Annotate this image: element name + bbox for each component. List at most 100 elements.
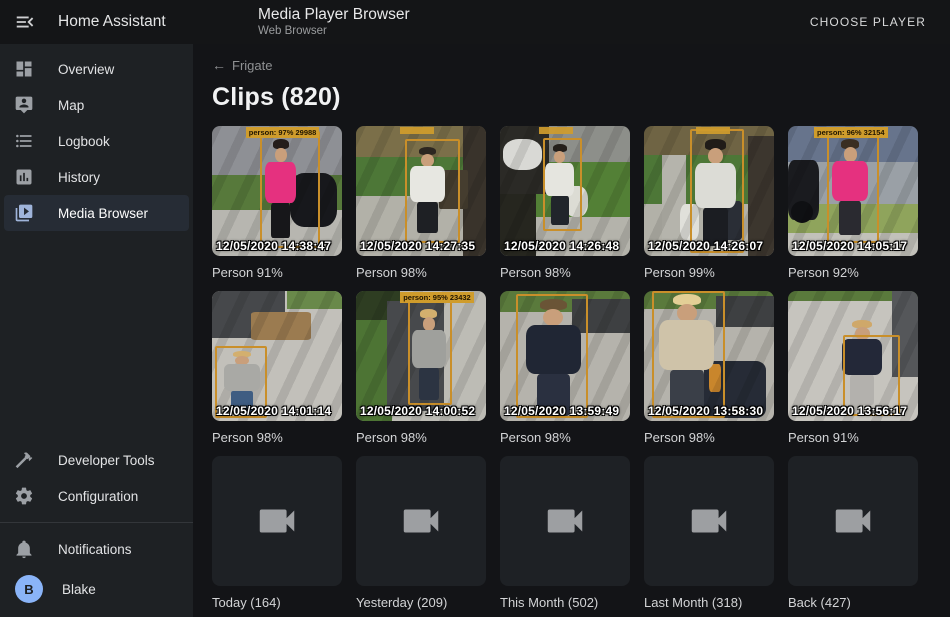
clip-thumbnail[interactable]: person: 96% 32154 12/05/2020 14:05:17	[788, 126, 918, 256]
folder-thumbnail[interactable]	[500, 456, 630, 586]
app-header-right: CHOOSE PLAYER	[802, 7, 950, 37]
clip-thumbnail[interactable]: 12/05/2020 14:26:07	[644, 126, 774, 256]
clip-label: Person 98%	[356, 264, 486, 282]
tooltip-account-icon	[14, 95, 34, 115]
back-arrow-icon: ←	[212, 56, 226, 74]
folder-label: Back (427)	[788, 594, 918, 612]
screen-heading: Media Player Browser Web Browser	[193, 6, 410, 38]
scene-object	[791, 201, 813, 223]
avatar: B	[15, 575, 43, 603]
clip-timestamp-overlay: 12/05/2020 14:26:07	[648, 239, 763, 253]
clip-item[interactable]: person: 96% 3215412/05/2020 14:05:17 Per…	[788, 126, 918, 282]
sidebar-item-history[interactable]: History	[4, 159, 189, 195]
clip-thumbnail[interactable]: 12/05/2020 13:58:30	[644, 291, 774, 421]
app-title: Home Assistant	[58, 13, 166, 31]
clip-item[interactable]: 12/05/2020 14:01:14 Person 98%	[212, 291, 342, 447]
breadcrumb-label: Frigate	[232, 58, 272, 73]
detection-chip-small	[400, 127, 434, 134]
sidebar-item-media-browser[interactable]: Media Browser	[4, 195, 189, 231]
clip-timestamp-overlay: 12/05/2020 13:56:17	[792, 404, 907, 418]
clip-label: Person 91%	[212, 264, 342, 282]
detection-bounding-box	[516, 294, 589, 419]
breadcrumb-back[interactable]: ← Frigate	[212, 56, 272, 74]
folder-label: Yesterday (209)	[356, 594, 486, 612]
clip-timestamp-overlay: 12/05/2020 13:59:49	[504, 404, 619, 418]
choose-player-button[interactable]: CHOOSE PLAYER	[802, 7, 934, 37]
sidebar-item-label: Overview	[58, 62, 114, 77]
clip-thumbnail[interactable]: 12/05/2020 13:56:17	[788, 291, 918, 421]
page-title: Clips (820)	[212, 83, 950, 112]
view-dashboard-icon	[14, 59, 34, 79]
app-header: Home Assistant Media Player Browser Web …	[0, 0, 950, 44]
folder-item[interactable]: This Month (502)	[500, 456, 630, 612]
sidebar-item-label: Logbook	[58, 134, 110, 149]
clip-thumbnail[interactable]: person: 97% 29988 12/05/2020 14:38:47	[212, 126, 342, 256]
user-name: Blake	[62, 582, 96, 597]
clip-thumbnail[interactable]: person: 95% 23432 12/05/2020 14:00:52	[356, 291, 486, 421]
clip-item[interactable]: 12/05/2020 14:26:07 Person 99%	[644, 126, 774, 282]
clip-label: Person 98%	[356, 429, 486, 447]
clip-item[interactable]: 12/05/2020 13:59:49 Person 98%	[500, 291, 630, 447]
detection-chip: person: 96% 32154	[814, 127, 888, 138]
sidebar-main-nav: Overview Map Logbook History Media Brows…	[0, 51, 193, 231]
clip-timestamp-overlay: 12/05/2020 14:38:47	[216, 239, 331, 253]
scene-object	[287, 291, 342, 309]
clip-item[interactable]: 12/05/2020 13:56:17 Person 91%	[788, 291, 918, 447]
video-icon	[830, 498, 876, 544]
folder-thumbnail[interactable]	[788, 456, 918, 586]
clip-timestamp-overlay: 12/05/2020 14:00:52	[360, 404, 475, 418]
folder-item[interactable]: Last Month (318)	[644, 456, 774, 612]
sidebar-item-overview[interactable]: Overview	[4, 51, 189, 87]
sidebar-toggle-menu-icon[interactable]	[14, 11, 36, 33]
clip-item[interactable]: person: 97% 29988 12/05/2020 14:38:47 Per…	[212, 126, 342, 282]
detection-bounding-box	[543, 138, 582, 232]
hammer-icon	[14, 450, 34, 470]
folder-thumbnail[interactable]	[356, 456, 486, 586]
screen-subtitle: Web Browser	[258, 24, 410, 38]
clip-label: Person 98%	[644, 429, 774, 447]
clip-timestamp-overlay: 12/05/2020 14:05:17	[792, 239, 907, 253]
sidebar-item-configuration[interactable]: Configuration	[4, 478, 189, 514]
folder-thumbnail[interactable]	[212, 456, 342, 586]
video-icon	[398, 498, 444, 544]
detection-chip: person: 97% 29988	[246, 127, 320, 138]
detection-chip-small	[539, 127, 573, 134]
clip-thumbnail[interactable]: 12/05/2020 14:27:35	[356, 126, 486, 256]
clip-thumbnail[interactable]: 12/05/2020 14:01:14	[212, 291, 342, 421]
detection-bounding-box	[405, 139, 460, 243]
sidebar-item-map[interactable]: Map	[4, 87, 189, 123]
sidebar-item-developer-tools[interactable]: Developer Tools	[4, 442, 189, 478]
folder-item[interactable]: Yesterday (209)	[356, 456, 486, 612]
sidebar-item-profile[interactable]: B Blake	[4, 569, 189, 609]
clip-item[interactable]: person: 95% 23432 12/05/2020 14:00:52 Per…	[356, 291, 486, 447]
clip-thumbnail[interactable]: 12/05/2020 14:26:48	[500, 126, 630, 256]
sidebar-footer-nav: Developer Tools Configuration	[0, 442, 193, 514]
folder-label: Today (164)	[212, 594, 342, 612]
clip-item[interactable]: 12/05/2020 14:27:35 Person 98%	[356, 126, 486, 282]
folder-label: This Month (502)	[500, 594, 630, 612]
screen-title: Media Player Browser	[258, 6, 410, 24]
clip-timestamp-overlay: 12/05/2020 13:58:30	[648, 404, 763, 418]
format-list-bulleted-icon	[14, 131, 34, 151]
clip-thumbnail[interactable]: 12/05/2020 13:59:49	[500, 291, 630, 421]
folder-item[interactable]: Today (164)	[212, 456, 342, 612]
clip-label: Person 98%	[500, 429, 630, 447]
clip-label: Person 99%	[644, 264, 774, 282]
folder-thumbnail[interactable]	[644, 456, 774, 586]
sidebar-item-label: Configuration	[58, 489, 138, 504]
detection-bounding-box	[652, 291, 725, 418]
clip-item[interactable]: 12/05/2020 13:58:30 Person 98%	[644, 291, 774, 447]
detection-bounding-box	[260, 131, 320, 248]
clip-label: Person 91%	[788, 429, 918, 447]
detection-chip: person: 95% 23432	[400, 292, 474, 303]
sidebar-item-label: History	[58, 170, 100, 185]
cog-icon	[14, 486, 34, 506]
clip-timestamp-overlay: 12/05/2020 14:27:35	[360, 239, 475, 253]
folder-item[interactable]: Back (427)	[788, 456, 918, 612]
clip-item[interactable]: 12/05/2020 14:26:48 Person 98%	[500, 126, 630, 282]
sidebar: Overview Map Logbook History Media Brows…	[0, 44, 193, 617]
media-grid: person: 97% 29988 12/05/2020 14:38:47 Per…	[212, 126, 950, 612]
clip-label: Person 98%	[500, 264, 630, 282]
sidebar-item-logbook[interactable]: Logbook	[4, 123, 189, 159]
sidebar-item-notifications[interactable]: Notifications	[4, 531, 189, 567]
